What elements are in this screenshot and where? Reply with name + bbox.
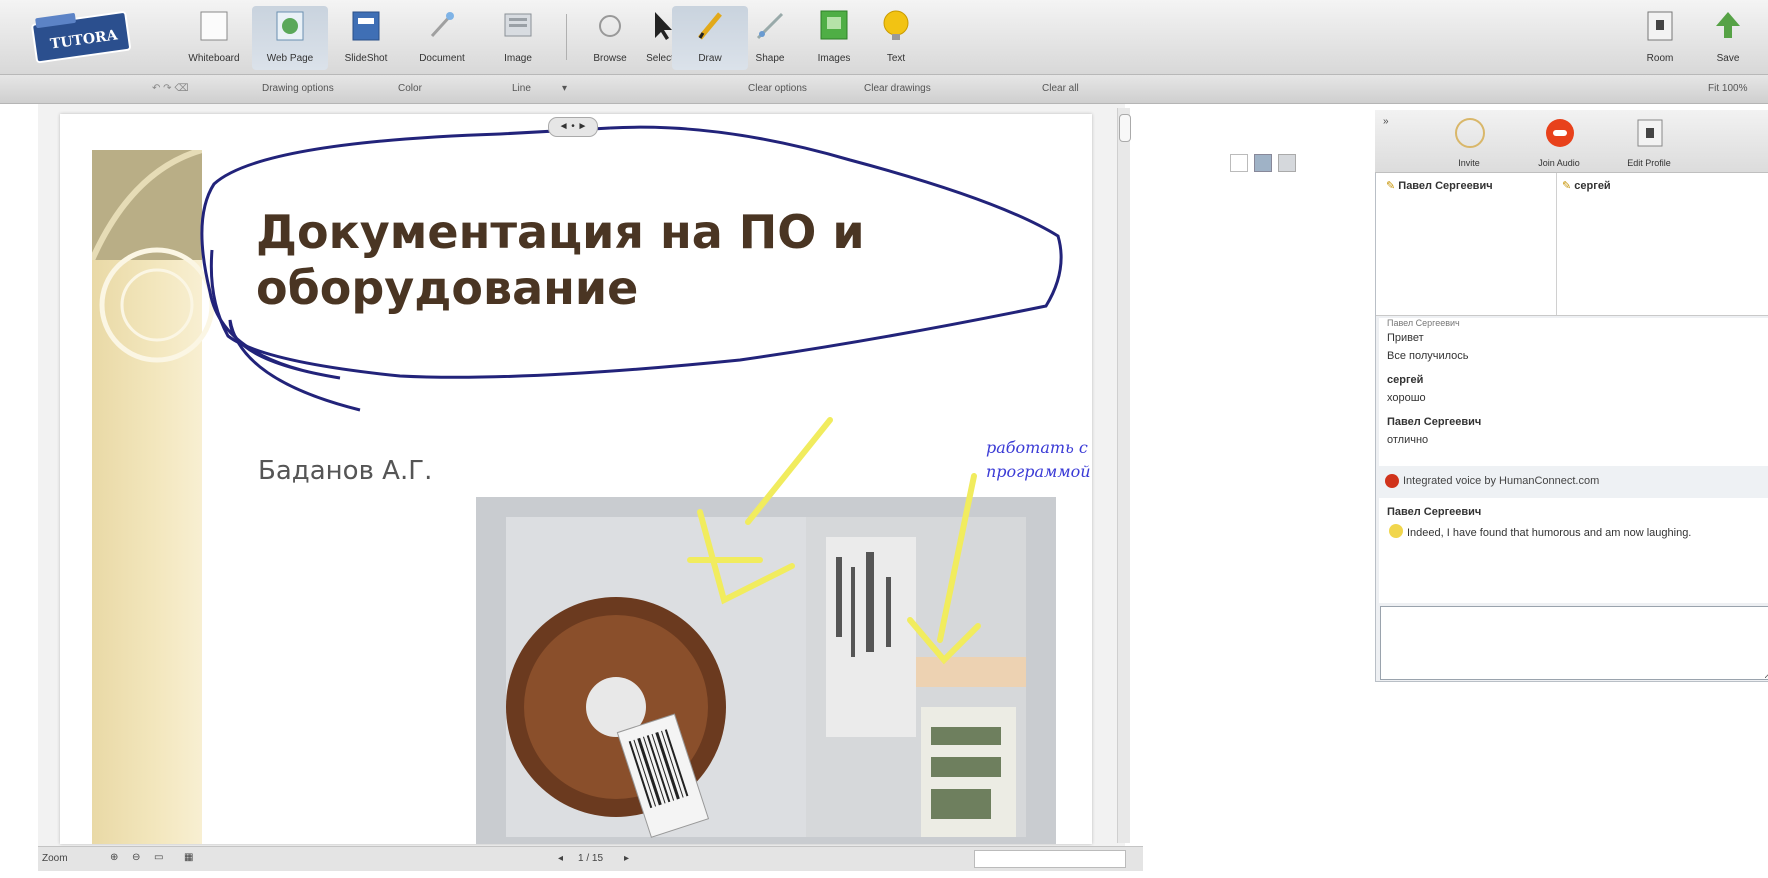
- chat-sender: Павел Сергеевич: [1387, 416, 1482, 428]
- fit-icon[interactable]: ▭: [154, 852, 163, 863]
- chat-message: хорошо: [1387, 392, 1426, 404]
- chat-message: отлично: [1387, 434, 1429, 446]
- participants-divider: [1556, 173, 1557, 315]
- audio-icon: [1546, 119, 1574, 147]
- slide-scrollbar[interactable]: [1117, 108, 1131, 843]
- next-page-icon[interactable]: ▸: [624, 853, 629, 864]
- profile-icon: [1637, 119, 1663, 147]
- chat-input[interactable]: [1380, 606, 1768, 680]
- pencil-icon: ✎: [1562, 180, 1572, 192]
- join-audio-label: Join Audio: [1538, 158, 1580, 168]
- chat-message: Привет: [1387, 332, 1424, 344]
- slide-navigation-handle[interactable]: ◄ • ►: [548, 117, 598, 137]
- invite-icon: [1455, 118, 1485, 148]
- edit-profile-label: Edit Profile: [1627, 158, 1671, 168]
- chat-message: Indeed, I have found that humorous and a…: [1407, 527, 1692, 539]
- search-input[interactable]: [974, 850, 1126, 868]
- smiley-icon: [1389, 524, 1403, 538]
- join-audio-button[interactable]: Join Audio: [1515, 110, 1603, 172]
- invite-label: Invite: [1458, 158, 1480, 168]
- zoom-dropdown[interactable]: Zoom: [42, 853, 68, 864]
- scroll-thumb[interactable]: [1119, 114, 1131, 142]
- prev-page-icon[interactable]: ◂: [558, 853, 563, 864]
- handwritten-note: работать с программой: [986, 438, 1091, 481]
- participant-name: Павел Сергеевич: [1398, 180, 1493, 192]
- freehand-bubble: [209, 125, 1063, 379]
- chat-log: Павел Сергеевич Привет Все получилось се…: [1379, 318, 1768, 603]
- participant-name: сергей: [1574, 180, 1611, 192]
- collaboration-toolbar: » Invite Join Audio Edit Profile: [1375, 110, 1768, 173]
- edit-profile-button[interactable]: Edit Profile: [1605, 110, 1693, 172]
- grid-icon[interactable]: ▦: [184, 852, 193, 863]
- chat-sender: Павел Сергеевич: [1387, 506, 1482, 518]
- chat-sender: Павел Сергеевич: [1387, 318, 1460, 328]
- pencil-icon: ✎: [1386, 180, 1396, 192]
- page-indicator: 1 / 15: [578, 853, 604, 864]
- voice-notice: Integrated voice by HumanConnect.com: [1379, 466, 1768, 498]
- zoom-in-icon[interactable]: ⊕: [110, 852, 118, 863]
- highlighter-arrow-1: [687, 417, 833, 605]
- zoom-out-icon[interactable]: ⊖: [132, 852, 140, 863]
- highlighter-arrow-2: [907, 473, 981, 665]
- freehand-outline: [200, 126, 611, 412]
- participant-item[interactable]: ✎ сергей: [1562, 179, 1611, 192]
- chat-message: Все получилось: [1387, 350, 1469, 362]
- voice-icon: [1385, 474, 1399, 488]
- collapse-icon[interactable]: »: [1383, 116, 1389, 127]
- voice-notice-text: Integrated voice by HumanConnect.com: [1403, 475, 1600, 487]
- document-status-bar: Zoom ⊕ ⊖ ▭ ▦ ◂ 1 / 15 ▸: [38, 846, 1143, 871]
- participants-list: ✎ Павел Сергеевич ✎ сергей: [1376, 173, 1768, 316]
- chat-sender: сергей: [1387, 374, 1424, 386]
- participant-item[interactable]: ✎ Павел Сергеевич: [1386, 179, 1493, 192]
- invite-button[interactable]: Invite: [1425, 110, 1513, 172]
